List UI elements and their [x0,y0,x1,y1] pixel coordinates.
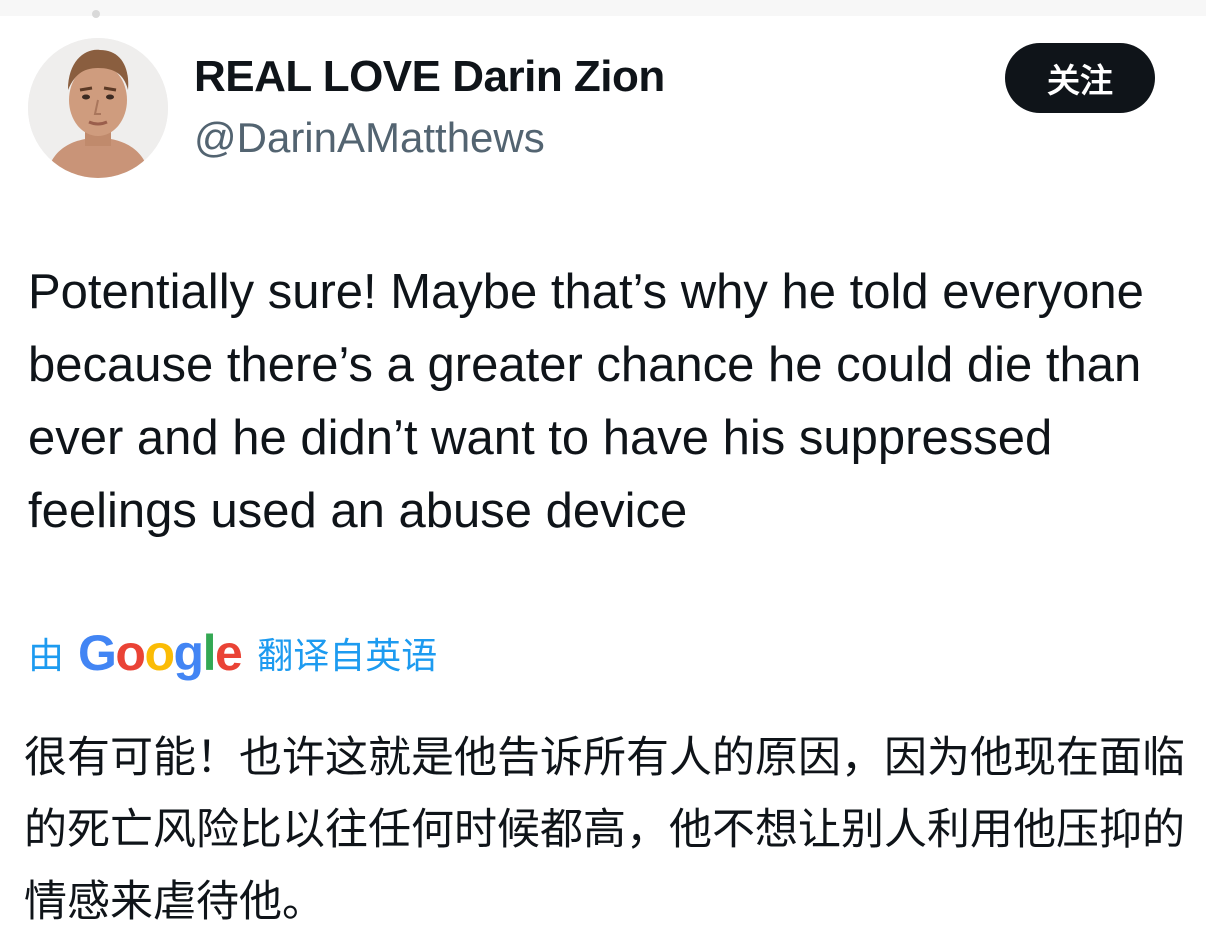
author-display-name[interactable]: REAL LOVE Darin Zion [194,52,665,102]
follow-button[interactable]: 关注 [1005,43,1155,113]
google-logo-letter: o [115,625,146,681]
translation-prefix: 由 [28,636,65,677]
google-logo-letter: e [214,625,243,681]
google-logo-letter: G [78,625,117,681]
strip-dot-icon [92,10,100,18]
google-logo-letter: g [173,625,205,681]
google-logo-letter: l [202,625,217,681]
google-logo-letter: o [144,625,175,681]
tweet-text: Potentially sure! Maybe that’s why he to… [28,265,1144,538]
top-strip [0,0,1206,18]
translation-credit[interactable]: 由 Google 翻译自英语 [28,623,437,683]
google-logo: Google [78,624,243,682]
translated-text: 很有可能！也许这就是他告诉所有人的原因，因为他现在面临的死亡风险比以往任何时候都… [24,733,1185,927]
avatar[interactable] [28,38,168,178]
avatar-portrait-icon [28,38,168,178]
translation-suffix: 翻译自英语 [257,636,438,677]
author-handle[interactable]: @DarinAMatthews [194,114,545,162]
